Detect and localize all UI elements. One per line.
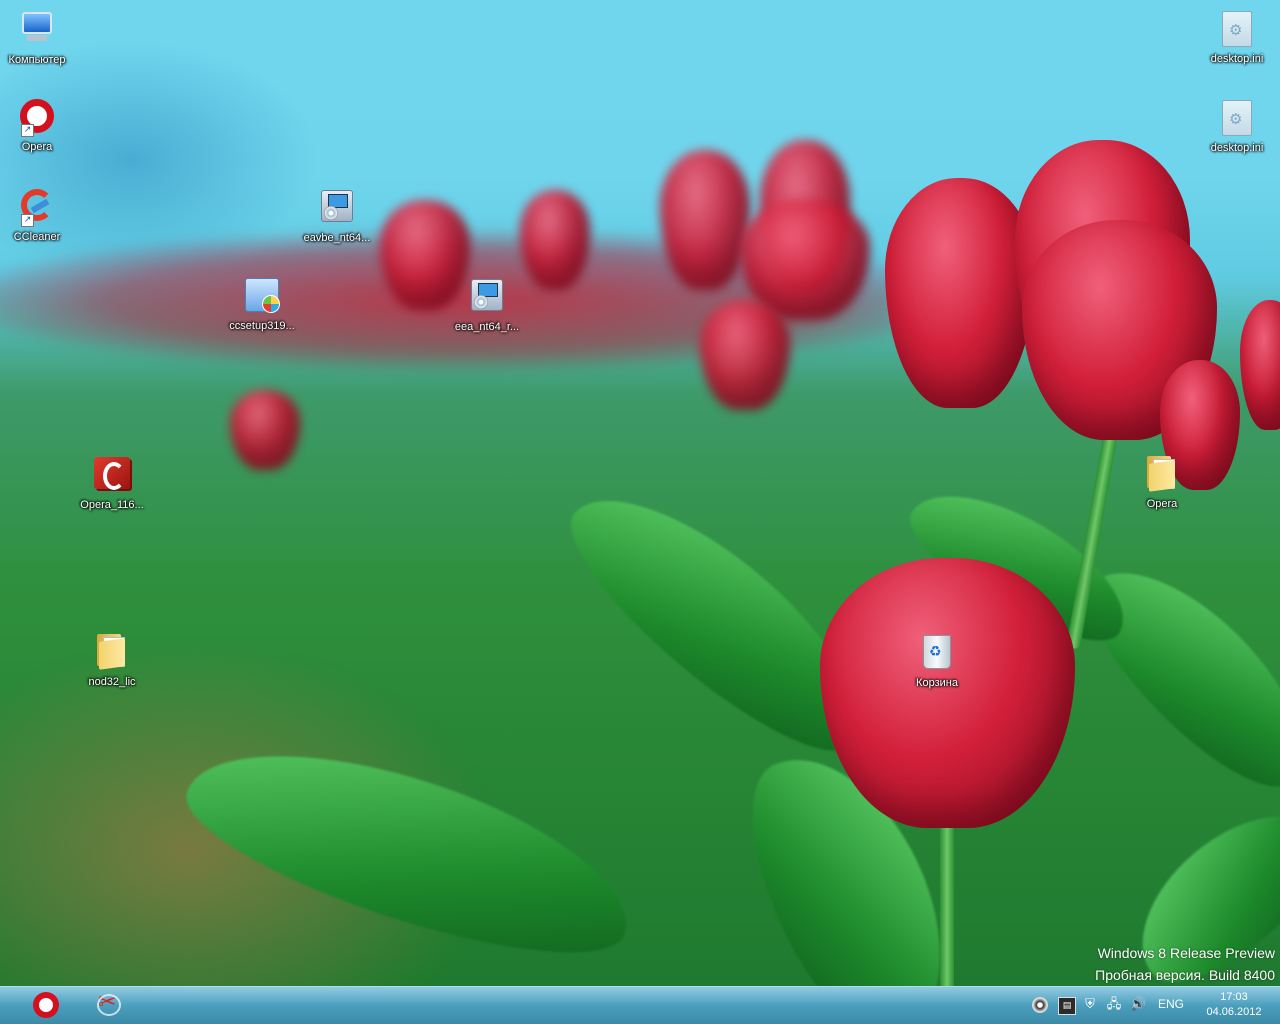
desktop-icon-eavbe[interactable]: eavbe_nt64... [295,186,379,245]
desktop-icon-label: ccsetup319... [229,320,295,332]
wallpaper-tulip [700,300,790,410]
scissors-icon [95,990,121,1018]
desktop-icon-computer[interactable]: Компьютер [0,8,79,67]
wallpaper-tulip [1240,300,1280,430]
desktop-icon-label: desktop.ini [1210,142,1264,154]
wallpaper-tulip [660,150,750,290]
desktop-icon-label: eavbe_nt64... [303,232,371,244]
desktop-icon-label: Корзина [916,677,958,689]
wallpaper-tulip [820,558,1075,828]
recycle-bin-icon [917,635,957,675]
opera-icon: ↗ [17,99,57,139]
clock[interactable]: 17:03 04.06.2012 [1194,990,1274,1020]
desktop-icon-label: Компьютер [8,54,66,66]
desktop-icon-opera-package[interactable]: Opera_116... [70,453,154,512]
wallpaper-tulip [885,178,1035,408]
clock-time: 17:03 [1220,991,1248,1003]
wallpaper-tulip [230,390,300,470]
media-icon[interactable] [1032,997,1048,1013]
desktop-icon-desktop-ini[interactable]: desktop.ini [1195,8,1279,66]
opera-icon [33,992,59,1018]
desktop-icon-label: eea_nt64_r... [454,321,520,333]
security-shield-icon[interactable]: ⛨ [1082,997,1098,1013]
settings-file-icon [1217,100,1257,140]
desktop-wallpaper [0,0,1280,986]
watermark-edition: Windows 8 Release Preview [1097,945,1275,961]
wallpaper-tulip [520,190,590,290]
computer-icon [17,12,57,52]
desktop-icon-ccsetup[interactable]: ccsetup319... [220,275,304,333]
installer-icon [467,279,507,319]
desktop-icon-opera-folder[interactable]: Opera [1120,453,1204,511]
desktop-icon-label: Opera_116... [80,499,144,511]
desktop-icon-ccleaner[interactable]: ↗ CCleaner [0,186,79,244]
language-indicator[interactable]: ENG [1158,997,1184,1011]
windows-build-watermark: Windows 8 Release Preview Пробная версия… [1095,942,1275,986]
desktop-icon-label: desktop.ini [1210,53,1264,65]
taskbar-snipping-tool-button[interactable] [80,988,136,1023]
network-icon[interactable]: 🖧 [1106,997,1122,1013]
watermark-build: Пробная версия. Build 8400 [1095,967,1275,983]
wallpaper-stem [940,820,954,986]
settings-file-icon [1217,11,1257,51]
desktop-icon-label: nod32_lic [88,676,136,688]
taskbar: ▤ ⛨ 🖧 🔊 ENG 17:03 04.06.2012 [0,986,1280,1024]
desktop-icon-desktop-ini[interactable]: desktop.ini [1195,97,1279,155]
setup-icon [242,278,282,318]
desktop-icon-opera[interactable]: ↗ Opera [0,97,79,154]
desktop-icon-label: Opera [21,141,53,153]
clock-date: 04.06.2012 [1206,1006,1262,1018]
taskbar-opera-button[interactable] [18,988,74,1023]
installer-icon [317,190,357,230]
ccleaner-icon: ↗ [17,189,57,229]
desktop-icon-nod32-lic[interactable]: nod32_lic [70,631,154,689]
folder-icon [1142,456,1182,496]
desktop-icon-recycle-bin[interactable]: Корзина [895,631,979,690]
desktop-icon-eea[interactable]: eea_nt64_r... [445,275,529,334]
desktop-icon-label: Opera [1146,498,1178,510]
desktop-icon-label: CCleaner [13,231,61,243]
opera-package-icon [92,457,132,497]
monitor-icon[interactable]: ▤ [1058,997,1076,1015]
folder-icon [92,634,132,674]
volume-icon[interactable]: 🔊 [1130,997,1146,1013]
